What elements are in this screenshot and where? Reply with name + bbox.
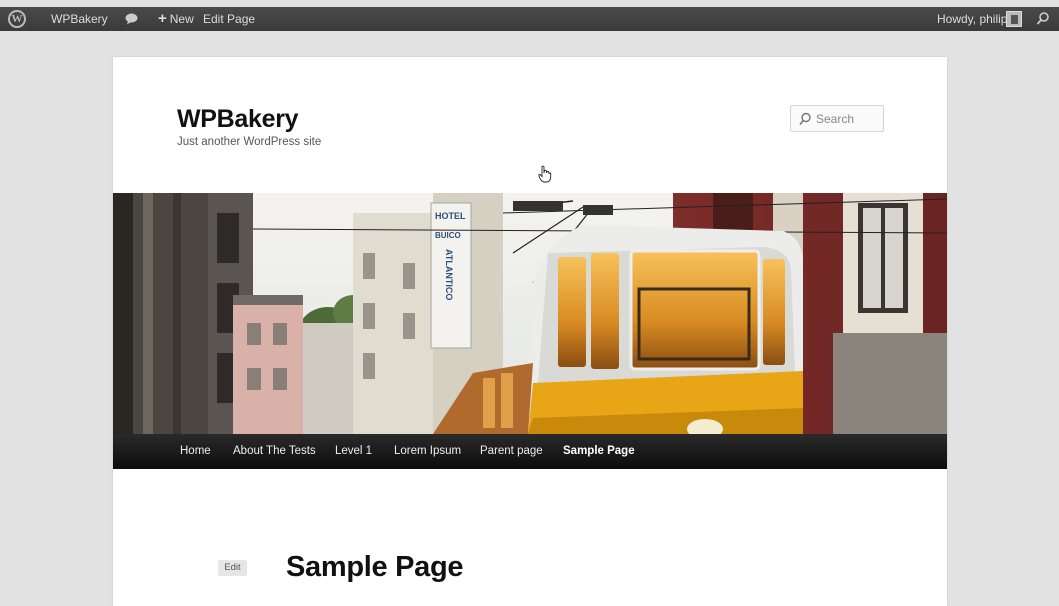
- wordpress-logo-icon[interactable]: W: [8, 10, 26, 28]
- page-title: Sample Page: [286, 551, 464, 583]
- nav-item-level-1[interactable]: Level 1: [335, 434, 372, 469]
- tram-street-photo: HOTEL BUICO ATLANTICO: [113, 193, 947, 434]
- nav-item-home[interactable]: Home: [180, 434, 211, 469]
- site-tagline: Just another WordPress site: [177, 136, 322, 148]
- nav-item-about-the-tests[interactable]: About The Tests: [233, 434, 316, 469]
- search-input[interactable]: [816, 111, 880, 126]
- new-label: New: [169, 12, 194, 26]
- admin-bar: W WPBakery + New Edit Page Howdy, philip: [0, 7, 1059, 31]
- edit-page-button[interactable]: Edit: [218, 560, 247, 576]
- hotel-sign-hotel: HOTEL: [435, 211, 466, 221]
- nav-item-sample-page[interactable]: Sample Page: [563, 434, 635, 469]
- admin-bar-howdy[interactable]: Howdy, philip: [937, 7, 1007, 31]
- avatar-icon[interactable]: [1006, 11, 1022, 27]
- nav-item-lorem-ipsum[interactable]: Lorem Ipsum: [394, 434, 461, 469]
- hotel-sign-atlantico: ATLANTICO: [444, 249, 454, 300]
- admin-bar-site-name[interactable]: WPBakery: [51, 7, 108, 31]
- admin-bar-edit-page-link[interactable]: Edit Page: [203, 7, 255, 31]
- hotel-sign-buico: BUICO: [435, 231, 461, 240]
- main-navigation: Home About The Tests Level 1 Lorem Ipsum…: [113, 434, 947, 469]
- admin-bar-new-button[interactable]: + New: [158, 7, 194, 31]
- search-icon[interactable]: [1036, 7, 1050, 31]
- nav-item-parent-page[interactable]: Parent page: [480, 434, 543, 469]
- search-box[interactable]: [790, 105, 884, 132]
- header-image: HOTEL BUICO ATLANTICO: [113, 193, 947, 434]
- site-title[interactable]: WPBakery: [177, 105, 299, 134]
- search-icon: [799, 112, 811, 125]
- plus-icon: +: [158, 10, 167, 27]
- comment-bubble-icon[interactable]: [125, 7, 138, 31]
- site-page: WPBakery Just another WordPress site Sea…: [113, 57, 947, 606]
- hand-cursor-icon: [538, 165, 552, 188]
